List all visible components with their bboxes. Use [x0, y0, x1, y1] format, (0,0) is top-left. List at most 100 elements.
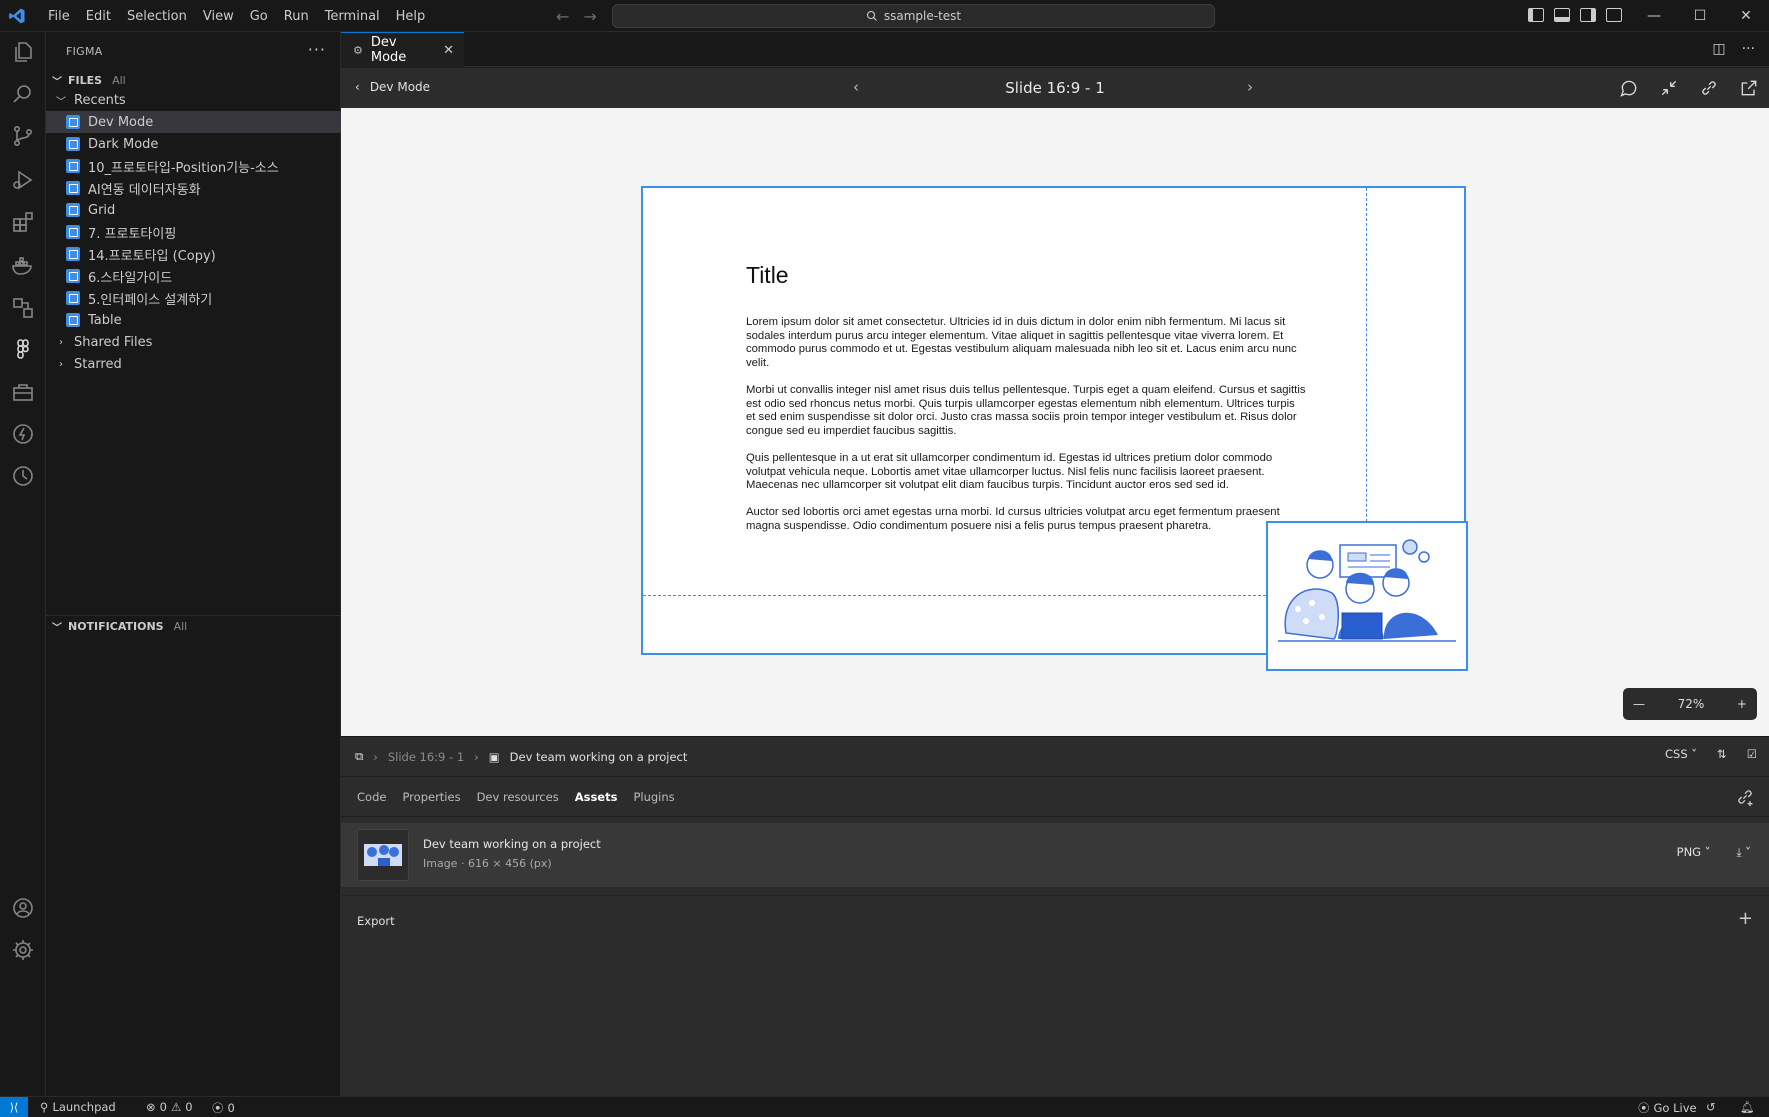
zoom-out-icon[interactable]: — — [1633, 697, 1645, 711]
slide-title-text[interactable]: Title — [746, 262, 789, 289]
recent-file-label: 5.인터페이스 설계하기 — [88, 292, 213, 308]
menu-view[interactable]: View — [195, 9, 242, 24]
next-frame-icon[interactable]: › — [1247, 78, 1253, 96]
layers-icon[interactable]: ⧉ — [355, 749, 363, 764]
menu-file[interactable]: File — [40, 9, 78, 24]
more-actions-icon[interactable]: ··· — [308, 40, 326, 59]
recent-file-item[interactable]: AI연동 데이터자동화 — [46, 177, 341, 199]
menu-selection[interactable]: Selection — [119, 9, 195, 24]
ports-indicator[interactable]: ⦿ 0 — [212, 1100, 235, 1116]
settings-sliders-icon[interactable]: ⇅ — [1717, 747, 1727, 761]
close-window-icon[interactable]: ✕ — [1723, 0, 1769, 32]
ready-for-dev-icon[interactable]: ☑ — [1747, 747, 1757, 761]
extensions-icon[interactable] — [9, 208, 37, 236]
editor-tabs: ⚙ Dev Mode ✕ ◫ ··· — [341, 32, 1769, 67]
toolbox-icon[interactable] — [9, 378, 37, 406]
tab-plugins[interactable]: Plugins — [633, 790, 674, 804]
tab-code[interactable]: Code — [357, 790, 386, 804]
back-arrow-icon[interactable]: ← — [556, 7, 569, 26]
download-icon[interactable]: ⤓ ˅ — [1737, 845, 1752, 860]
figma-sidebar: FIGMA ··· ﹀ FILES All ﹀ Recents Dev Mode… — [46, 32, 341, 1096]
recent-file-item[interactable]: 14.프로토타입 (Copy) — [46, 243, 341, 265]
tab-dev-mode[interactable]: ⚙ Dev Mode ✕ — [341, 32, 464, 67]
title-bar: File Edit Selection View Go Run Terminal… — [0, 0, 1769, 32]
toggle-secondary-sidebar-icon[interactable] — [1580, 8, 1596, 22]
notifications-bell-icon[interactable]: 🔔︎ — [1740, 1100, 1755, 1114]
close-tab-icon[interactable]: ✕ — [443, 43, 454, 58]
accounts-icon[interactable] — [9, 894, 37, 922]
dev-mode-tools — [1619, 78, 1759, 98]
recents-folder[interactable]: ﹀ Recents — [46, 89, 341, 111]
recent-file-item[interactable]: Grid — [46, 199, 341, 221]
starred-folder[interactable]: › Starred — [46, 353, 341, 375]
open-external-icon[interactable] — [1739, 78, 1759, 98]
lightning-icon[interactable] — [9, 420, 37, 448]
slide-paragraph: Morbi ut convallis integer nisl amet ris… — [746, 383, 1306, 437]
settings-gear-icon[interactable] — [9, 936, 37, 964]
launchpad-button[interactable]: ⚲ Launchpad — [40, 1100, 116, 1114]
go-live-button[interactable]: ⦿ Go Live — [1638, 1100, 1697, 1116]
tab-label: Dev Mode — [370, 35, 407, 65]
split-editor-icon[interactable]: ◫ — [1712, 41, 1725, 57]
recent-file-item[interactable]: 10_프로토타입-Position기능-소스 — [46, 155, 341, 177]
recent-file-item[interactable]: Dark Mode — [46, 133, 341, 155]
menu-edit[interactable]: Edit — [78, 9, 119, 24]
run-debug-icon[interactable] — [9, 166, 37, 194]
code-language-value: CSS — [1665, 747, 1688, 761]
shared-files-folder[interactable]: › Shared Files — [46, 331, 341, 353]
slide-body-text[interactable]: Lorem ipsum dolor sit amet consectetur. … — [746, 316, 1306, 547]
maximize-icon[interactable]: ☐ — [1677, 0, 1723, 32]
notifications-section-header[interactable]: ﹀ NOTIFICATIONS All — [46, 615, 341, 637]
menu-terminal[interactable]: Terminal — [317, 9, 388, 24]
zoom-in-icon[interactable]: + — [1737, 697, 1747, 711]
recent-file-item[interactable]: Table — [46, 309, 341, 331]
window-controls: — ☐ ✕ — [1631, 0, 1769, 32]
dev-team-illustration[interactable] — [1266, 521, 1468, 671]
problems-indicator[interactable]: ⊗ 0 ⚠ 0 — [146, 1100, 193, 1114]
files-section-header[interactable]: ﹀ FILES All — [46, 69, 341, 91]
files-filter[interactable]: All — [112, 74, 126, 87]
asset-item[interactable]: Dev team working on a project Image · 61… — [341, 823, 1769, 887]
design-canvas[interactable]: Title Lorem ipsum dolor sit amet consect… — [341, 108, 1769, 736]
history-icon[interactable]: ↺ — [1706, 1100, 1716, 1114]
breadcrumb-parent[interactable]: Slide 16:9 - 1 — [388, 750, 464, 764]
forward-arrow-icon[interactable]: → — [583, 7, 596, 26]
figma-icon[interactable] — [9, 336, 37, 364]
notifications-filter[interactable]: All — [174, 620, 188, 633]
customize-layout-icon[interactable] — [1606, 8, 1622, 22]
code-language-select[interactable]: CSS ˅ — [1665, 747, 1697, 761]
tab-properties[interactable]: Properties — [402, 790, 460, 804]
more-actions-icon[interactable]: ··· — [1742, 41, 1755, 57]
recent-file-item[interactable]: 7. 프로토타이핑 — [46, 221, 341, 243]
slide-frame[interactable]: Title Lorem ipsum dolor sit amet consect… — [641, 186, 1468, 671]
explorer-icon[interactable] — [9, 38, 37, 66]
recent-file-item[interactable]: 6.스타일가이드 — [46, 265, 341, 287]
link-icon[interactable] — [1699, 78, 1719, 98]
toggle-primary-sidebar-icon[interactable] — [1528, 8, 1544, 22]
comment-icon[interactable] — [1619, 78, 1639, 98]
tab-assets[interactable]: Assets — [575, 790, 618, 804]
add-export-icon[interactable]: + — [1738, 908, 1753, 929]
recent-file-label: AI연동 데이터자동화 — [88, 182, 201, 198]
docker-icon[interactable] — [9, 252, 37, 280]
command-center-search[interactable]: ssample-test — [612, 4, 1215, 28]
recent-file-item[interactable]: Dev Mode — [46, 111, 341, 133]
menu-go[interactable]: Go — [242, 9, 276, 24]
error-icon: ⊗ — [146, 1100, 156, 1114]
menu-run[interactable]: Run — [276, 9, 317, 24]
asset-format-select[interactable]: PNG ˅ — [1677, 845, 1711, 860]
recent-file-label: 10_프로토타입-Position기능-소스 — [88, 160, 279, 176]
search-icon[interactable] — [9, 80, 37, 108]
recent-file-item[interactable]: 5.인터페이스 설계하기 — [46, 287, 341, 309]
source-control-icon[interactable] — [9, 122, 37, 150]
timeline-icon[interactable] — [9, 462, 37, 490]
minimize-icon[interactable]: — — [1631, 0, 1677, 32]
add-link-icon[interactable] — [1735, 787, 1755, 807]
remote-indicator-icon[interactable]: ⟩⟨ — [0, 1097, 28, 1117]
collapse-icon[interactable] — [1659, 78, 1679, 98]
zoom-level[interactable]: 72% — [1678, 697, 1705, 711]
toggle-panel-icon[interactable] — [1554, 8, 1570, 22]
remote-explorer-icon[interactable] — [9, 294, 37, 322]
tab-dev-resources[interactable]: Dev resources — [477, 790, 559, 804]
menu-help[interactable]: Help — [388, 9, 434, 24]
